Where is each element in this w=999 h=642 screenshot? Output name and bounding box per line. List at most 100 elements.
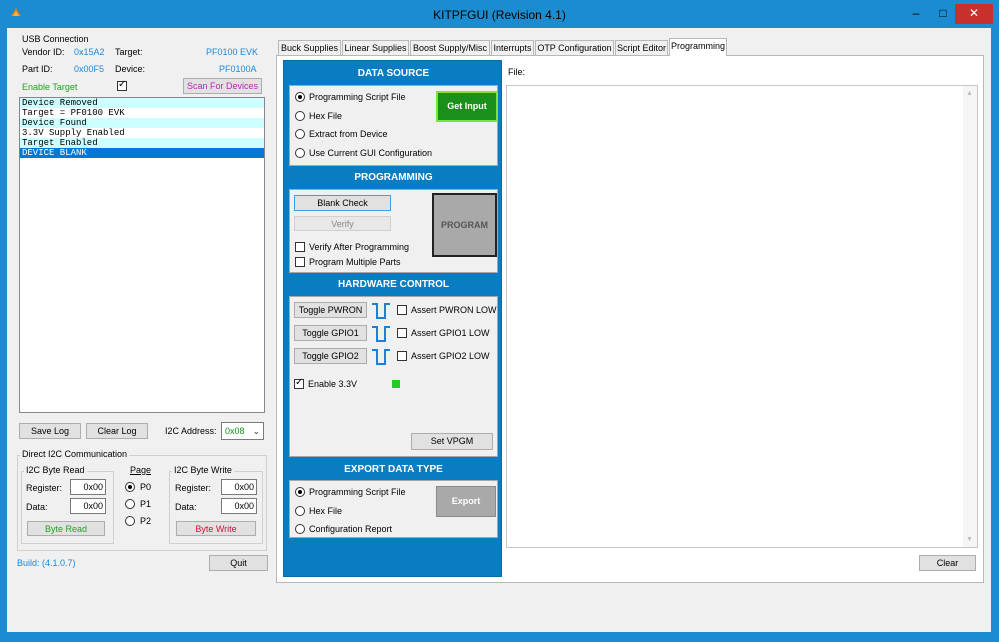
program-button[interactable]: PROGRAM <box>432 193 497 257</box>
log-row[interactable]: Target Enabled <box>20 138 264 148</box>
export-option-label: Configuration Report <box>309 524 393 534</box>
toggle-gpio2-button[interactable]: Toggle GPIO2 <box>294 348 367 364</box>
power-led-indicator <box>392 380 400 388</box>
tab-linear-supplies[interactable]: Linear Supplies <box>342 40 409 55</box>
toggle-pwron-button[interactable]: Toggle PWRON <box>294 302 367 318</box>
export-radio-programming-script-file[interactable] <box>295 487 305 497</box>
data-source-box: Programming Script File Hex File Extract f… <box>289 85 498 166</box>
blank-check-button[interactable]: Blank Check <box>294 195 391 211</box>
window-title: KITPFGUI (Revision 4.1) <box>433 8 566 22</box>
set-vpgm-button[interactable]: Set VPGM <box>411 433 493 450</box>
read-register-input[interactable]: 0x00 <box>70 479 106 495</box>
data-source-radio-extract-from-device[interactable] <box>295 129 305 139</box>
write-data-input[interactable]: 0x00 <box>221 498 257 514</box>
verify-after-checkbox[interactable] <box>295 242 305 252</box>
part-id-value: 0x00F5 <box>74 64 105 74</box>
byte-write-button[interactable]: Byte Write <box>176 521 256 536</box>
enable-target-checkbox[interactable] <box>117 79 127 91</box>
page-radio-p2[interactable] <box>125 516 135 526</box>
tab-buck-supplies[interactable]: Buck Supplies <box>278 40 341 55</box>
device-value: PF0100A <box>219 64 257 74</box>
part-id-label: Part ID: <box>22 64 53 74</box>
save-log-button[interactable]: Save Log <box>19 423 81 439</box>
pulse-waveform-icon <box>372 349 390 365</box>
device-label: Device: <box>115 64 146 74</box>
assert-pwron-low-checkbox[interactable] <box>397 305 407 315</box>
assert-gpio2-low-checkbox[interactable] <box>397 351 407 361</box>
scan-devices-button[interactable]: Scan For Devices <box>183 78 262 94</box>
data-source-option-label: Hex File <box>309 110 343 121</box>
usb-group-title: USB Connection <box>22 34 89 44</box>
target-value: PF0100 EVK <box>206 47 259 57</box>
assert-gpio1-low-checkbox[interactable] <box>397 328 407 338</box>
i2c-address-value: 0x08 <box>225 426 245 436</box>
file-content-textarea[interactable]: ▲ ▼ <box>506 85 978 548</box>
log-row[interactable]: Device Removed <box>20 98 264 108</box>
write-register-label: Register: <box>175 483 212 493</box>
assert-low-label: Assert PWRON LOW <box>411 305 497 315</box>
multiple-parts-checkbox[interactable] <box>295 257 305 267</box>
multiple-parts-label: Program Multiple Parts <box>309 257 401 267</box>
export-option-label: Hex File <box>309 505 343 516</box>
read-data-field[interactable]: 0x00 <box>70 498 106 514</box>
verify-button[interactable]: Verify <box>294 216 391 231</box>
tab-boost-supply-misc[interactable]: Boost Supply/Misc <box>410 40 490 55</box>
tab-otp-configuration[interactable]: OTP Configuration <box>535 40 614 55</box>
programming-box: Blank Check Verify PROGRAM Verify After … <box>289 189 498 273</box>
write-register-input[interactable]: 0x00 <box>221 479 257 495</box>
direct-i2c-title: Direct I2C Communication <box>20 449 130 459</box>
build-label: Build: (4.1.0.7) <box>17 558 76 568</box>
vertical-scrollbar[interactable]: ▲ ▼ <box>963 86 977 547</box>
data-source-radio-programming-script-file[interactable] <box>295 92 305 102</box>
enable-33v-checkbox[interactable] <box>294 377 304 389</box>
read-register-label: Register: <box>26 483 63 493</box>
chevron-down-icon: ⌄ <box>252 426 260 436</box>
maximize-button[interactable]: □ <box>932 4 954 24</box>
scroll-up-icon[interactable]: ▲ <box>966 90 973 97</box>
close-button[interactable]: ✕ <box>955 4 993 24</box>
log-row[interactable]: Device Found <box>20 118 264 128</box>
export-radio-hex-file[interactable] <box>295 505 305 516</box>
data-source-option-label: Programming Script File <box>309 92 406 102</box>
export-heading: EXPORT DATA TYPE <box>344 464 443 475</box>
data-source-radio-hex-file[interactable] <box>295 110 305 121</box>
pulse-waveform-icon <box>372 326 390 342</box>
page-radio-label: P2 <box>140 516 152 526</box>
assert-low-label: Assert GPIO1 LOW <box>411 328 490 338</box>
vendor-id-label: Vendor ID: <box>22 47 65 57</box>
clear-log-button[interactable]: Clear Log <box>86 423 148 439</box>
quit-button[interactable]: Quit <box>209 555 268 571</box>
log-row[interactable]: 3.3V Supply Enabled <box>20 128 264 138</box>
read-data-label: Data: <box>26 502 48 512</box>
tab-script-editor[interactable]: Script Editor <box>615 40 668 55</box>
page-radio-label: P1 <box>140 499 152 509</box>
tab-interrupts[interactable]: Interrupts <box>491 40 534 55</box>
export-radio-configuration-report[interactable] <box>295 524 305 534</box>
tab-programming[interactable]: Programming <box>669 38 727 56</box>
target-label: Target: <box>115 47 143 57</box>
data-source-radio-use-current-gui-configuration[interactable] <box>295 147 305 158</box>
page-radio-p1[interactable] <box>125 499 135 509</box>
write-data-label: Data: <box>175 502 197 512</box>
hardware-heading: HARDWARE CONTROL <box>337 279 450 290</box>
byte-write-title: I2C Byte Write <box>172 465 234 475</box>
log-row[interactable]: DEVICE BLANK <box>20 148 264 158</box>
file-label: File: <box>508 67 526 77</box>
page-radio-p0[interactable] <box>125 482 135 492</box>
page-title: Page <box>130 465 152 475</box>
export-button[interactable]: Export <box>436 486 496 517</box>
hardware-box: Toggle PWRON Assert PWRON LOW Toggle GPIO1… <box>289 296 498 457</box>
scroll-down-icon[interactable]: ▼ <box>966 536 973 543</box>
minimize-button[interactable]: – <box>905 4 927 24</box>
data-source-option-label: Use Current GUI Configuration <box>309 147 433 158</box>
get-input-button[interactable]: Get Input <box>436 91 498 122</box>
log-list[interactable]: Device Removed Target = PF0100 EVK Device … <box>19 97 265 413</box>
clear-file-button[interactable]: Clear <box>919 555 976 571</box>
log-row[interactable]: Target = PF0100 EVK <box>20 108 264 118</box>
pulse-waveform-icon <box>372 303 390 319</box>
export-box: Programming Script File Hex File Configura… <box>289 480 498 538</box>
byte-read-button[interactable]: Byte Read <box>27 521 105 536</box>
toggle-gpio1-button[interactable]: Toggle GPIO1 <box>294 325 367 341</box>
i2c-address-select[interactable]: 0x08 ⌄ <box>221 422 264 440</box>
vendor-id-value: 0x15A2 <box>74 47 105 57</box>
